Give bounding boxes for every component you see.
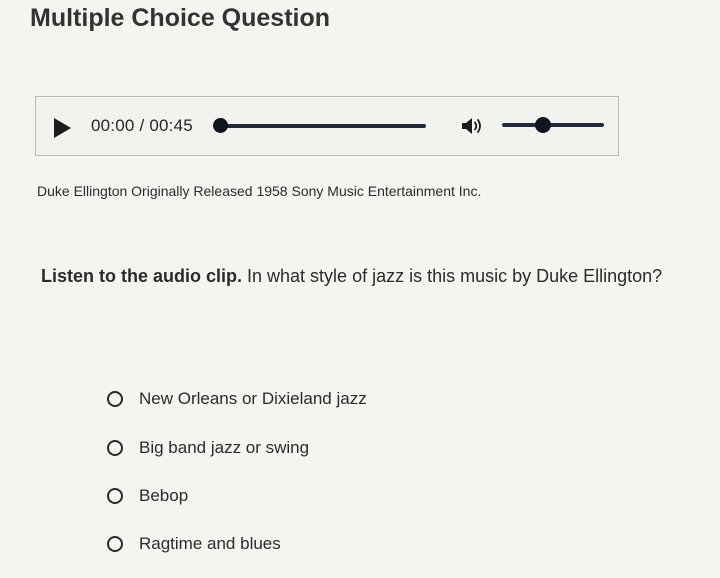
volume-track [502,123,604,127]
duration: 00:45 [149,116,193,135]
option-label: New Orleans or Dixieland jazz [139,389,367,408]
option-bebop[interactable]: Bebop [107,484,188,508]
volume-thumb[interactable] [534,117,551,133]
option-big-band[interactable]: Big band jazz or swing [107,436,309,460]
volume-button[interactable] [460,116,486,136]
radio-button-icon[interactable] [107,440,123,456]
time-separator: / [139,116,145,135]
radio-button-icon[interactable] [107,488,123,504]
play-button[interactable] [54,118,71,138]
radio-button-icon[interactable] [107,536,123,552]
question-text: Listen to the audio clip. In what style … [41,266,662,287]
progress-track [220,124,426,128]
option-ragtime[interactable]: Ragtime and blues [107,532,281,556]
credit-text: Duke Ellington Originally Released 1958 … [37,183,482,199]
volume-slider[interactable] [502,117,604,133]
current-time: 00:00 [91,116,135,135]
progress-thumb[interactable] [213,118,228,133]
time-display: 00:00 / 00:45 [91,116,193,136]
option-label: Bebop [139,486,189,505]
option-label: Big band jazz or swing [139,438,310,457]
option-label: Ragtime and blues [139,534,281,553]
question-instruction: Listen to the audio clip. [41,266,243,286]
volume-icon [462,118,481,134]
radio-button-icon[interactable] [107,391,123,407]
page-title: Multiple Choice Question [30,4,331,32]
option-new-orleans[interactable]: New Orleans or Dixieland jazz [107,387,367,411]
progress-slider[interactable] [213,118,426,134]
audio-player: 00:00 / 00:45 [35,96,619,156]
question-body: In what style of jazz is this music by D… [242,266,663,286]
